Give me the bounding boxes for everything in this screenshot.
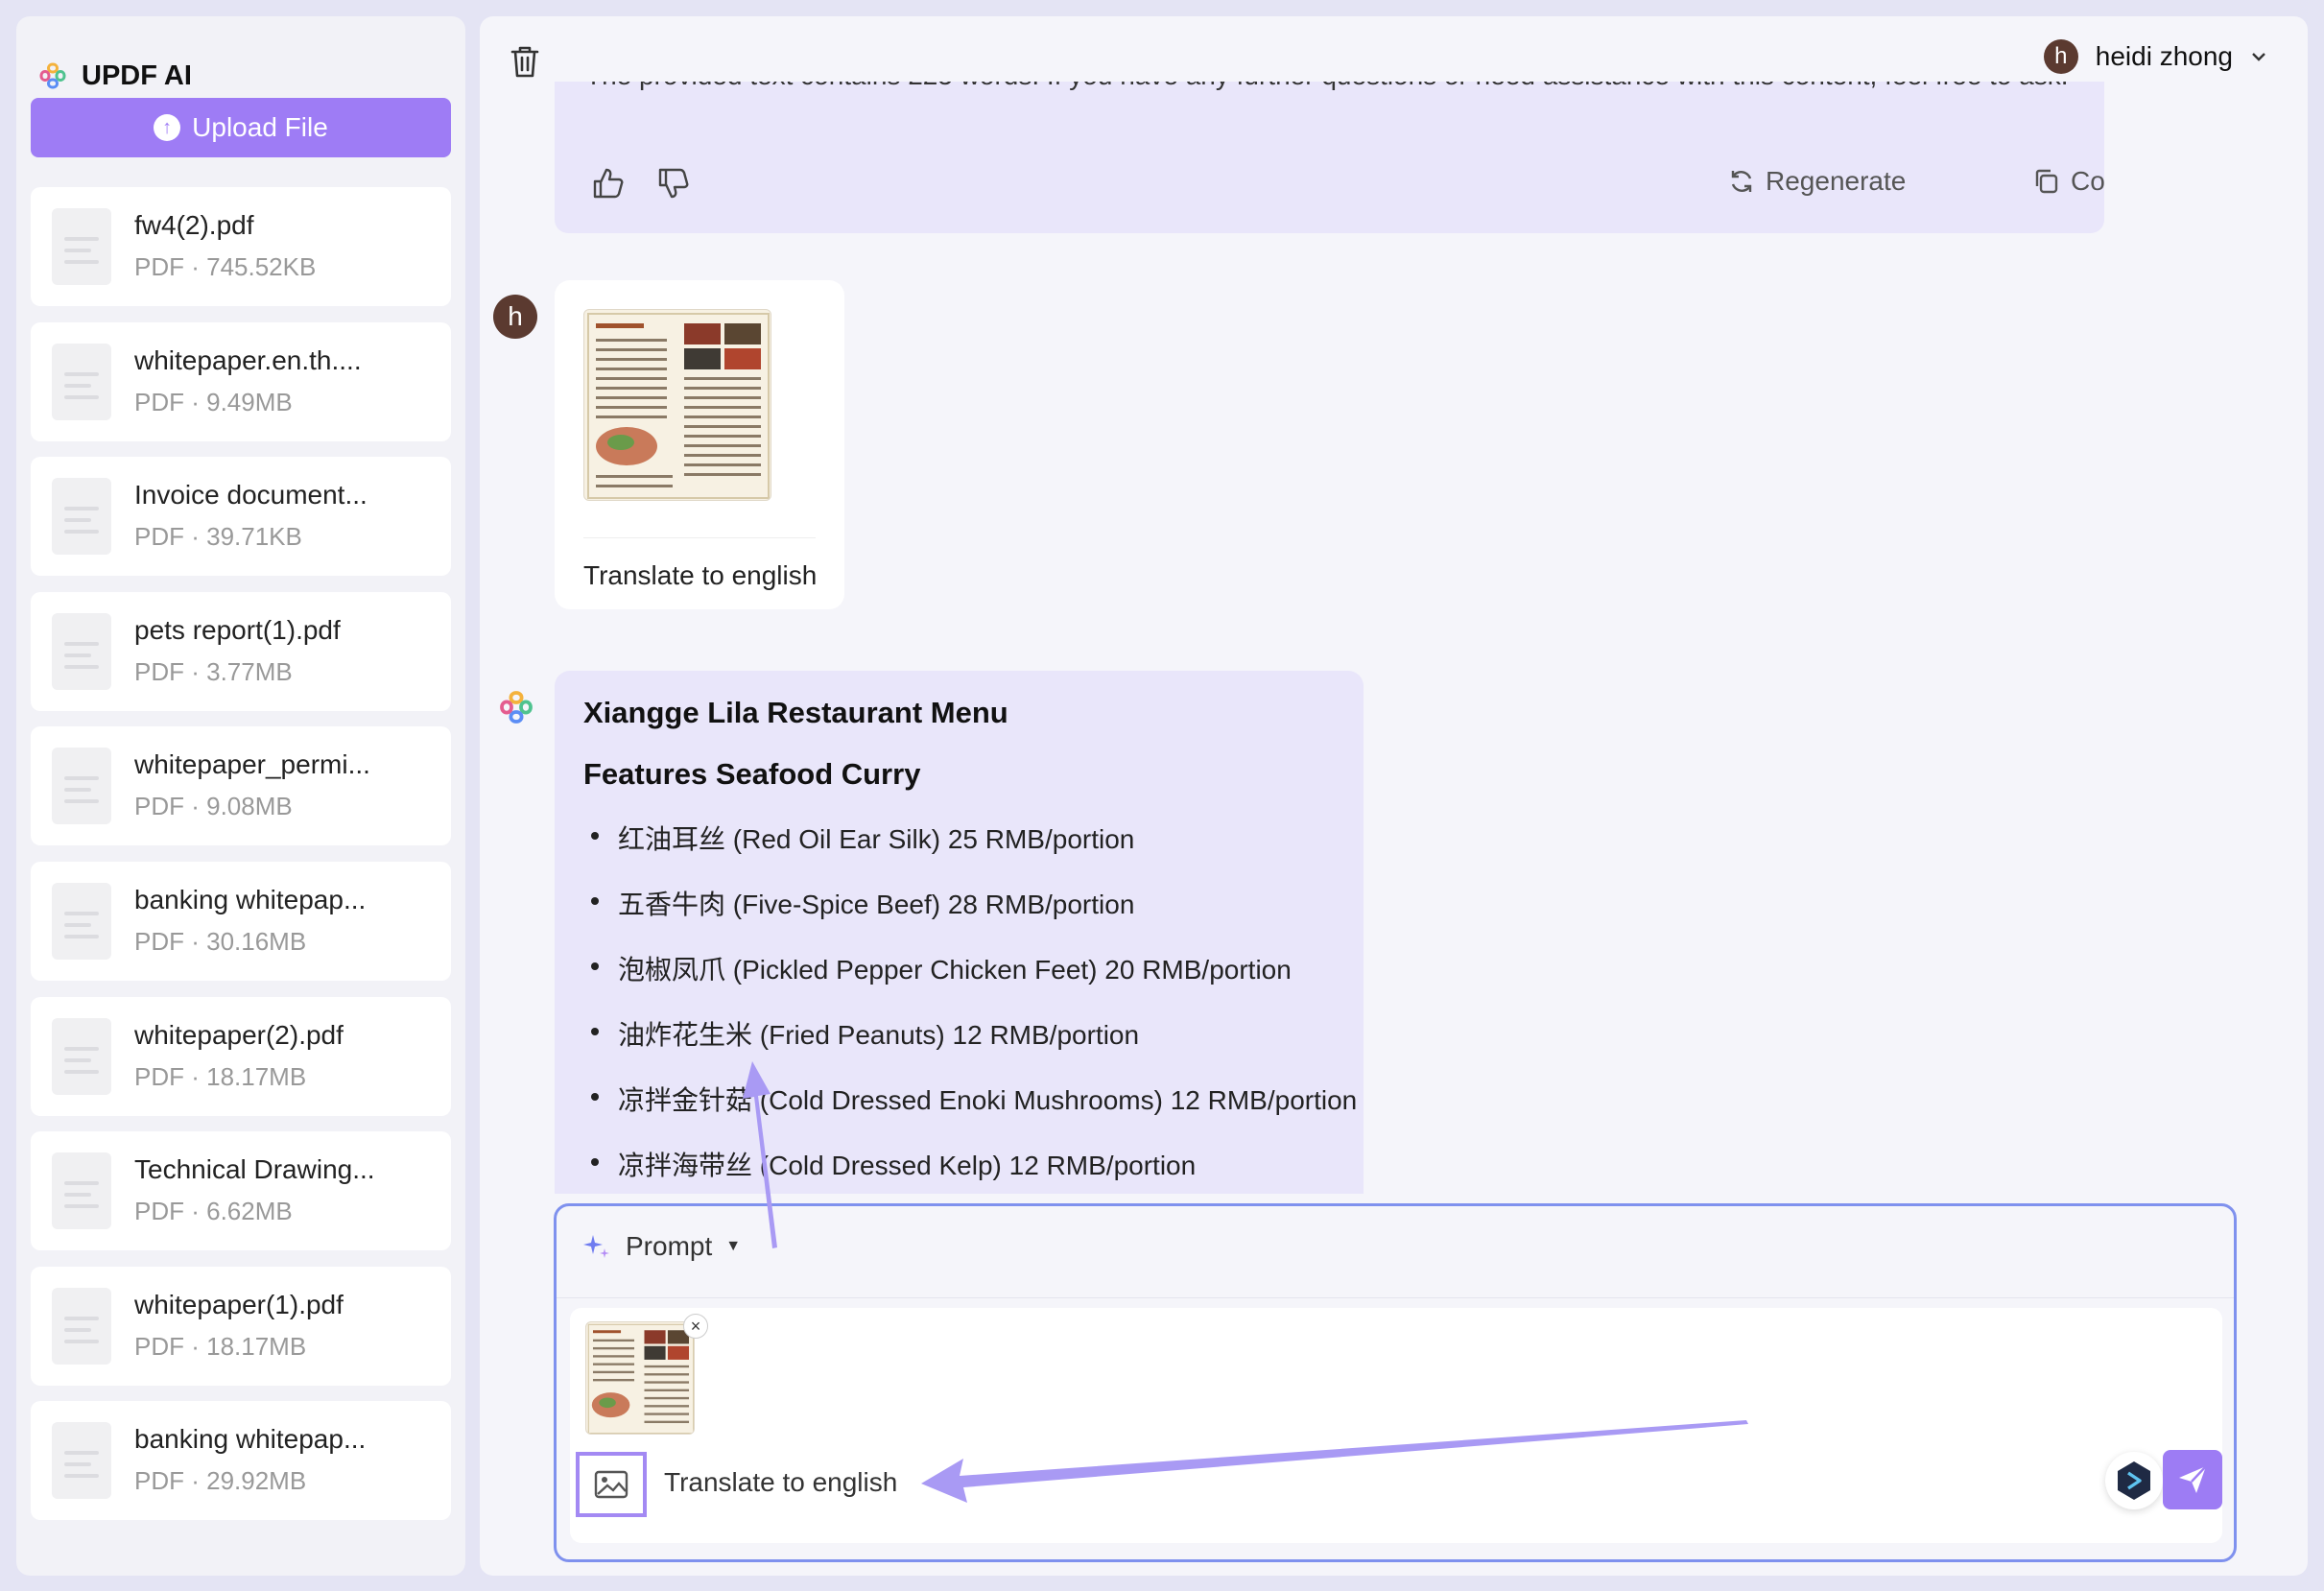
app-title: UPDF AI [82, 59, 192, 91]
prompt-dropdown[interactable]: Prompt ▼ [581, 1231, 741, 1262]
user-menu[interactable]: h heidi zhong [2043, 39, 2267, 74]
upload-file-button[interactable]: ↑ Upload File [31, 98, 451, 157]
image-icon [594, 1470, 628, 1499]
menu-item-list: 红油耳丝 (Red Oil Ear Silk) 25 RMB/portion 五… [583, 819, 1357, 1194]
file-name: whitepaper(2).pdf [134, 1019, 344, 1050]
file-item[interactable]: whitepaper(1).pdf PDF · 18.17MB [31, 1266, 451, 1386]
message-input[interactable] [664, 1460, 1528, 1506]
menu-image-preview [587, 313, 770, 499]
response-title: Xiangge Lila Restaurant Menu [583, 696, 1008, 729]
divider [557, 1297, 2234, 1298]
thumbs-down-icon[interactable] [654, 164, 693, 202]
file-meta: PDF · 3.77MB [134, 656, 293, 686]
sparkle-icon [583, 1235, 609, 1258]
user-message: Translate to english [555, 280, 844, 609]
file-meta: PDF · 6.62MB [134, 1197, 293, 1226]
file-name: fw4(2).pdf [134, 210, 254, 240]
attached-image-thumbnail[interactable] [585, 1321, 695, 1435]
pdf-file-icon [52, 748, 111, 825]
user-message-text: Translate to english [583, 560, 818, 590]
file-name: Technical Drawing... [134, 1154, 375, 1185]
chat-input-area: Prompt ▼ × Translate to english [554, 1203, 2237, 1562]
pdf-file-icon [52, 882, 111, 960]
copy-icon [2035, 169, 2058, 194]
file-name: whitepaper(1).pdf [134, 1289, 344, 1319]
file-item[interactable]: Technical Drawing... PDF · 6.62MB [31, 1131, 451, 1251]
send-button[interactable] [2163, 1450, 2222, 1509]
pdf-file-icon [52, 208, 111, 285]
file-meta: PDF · 9.49MB [134, 387, 293, 416]
response-subtitle: Features Seafood Curry [583, 757, 921, 791]
upload-arrow-icon: ↑ [154, 114, 181, 141]
file-meta: PDF · 18.17MB [134, 1061, 307, 1091]
agent-mode-button[interactable] [2105, 1452, 2163, 1509]
list-item: 凉拌海带丝 (Cold Dressed Kelp) 12 RMB/portion [583, 1145, 1335, 1194]
list-item: 泡椒凤爪 (Pickled Pepper Chicken Feet) 20 RM… [583, 949, 1335, 1014]
menu-image-thumbnail[interactable] [583, 309, 771, 501]
pdf-file-icon [52, 1422, 111, 1500]
file-item[interactable]: whitepaper(2).pdf PDF · 18.17MB [31, 996, 451, 1116]
pdf-file-icon [52, 343, 111, 420]
chevron-down-icon [2252, 53, 2265, 61]
updf-logo-icon [39, 62, 66, 89]
file-meta: PDF · 18.17MB [134, 1331, 307, 1361]
copy-button[interactable]: Copy [2032, 166, 2104, 197]
user-avatar: h [2043, 39, 2078, 74]
file-name: Invoice document... [134, 480, 368, 511]
prompt-label: Prompt [626, 1231, 713, 1261]
file-meta: PDF · 745.52KB [134, 252, 317, 281]
attached-image-preview [587, 1323, 694, 1434]
ai-response-previous: The provided text contains 225 words. If… [555, 82, 2104, 233]
response-text: The provided text contains 225 words. If… [585, 82, 2069, 91]
file-item[interactable]: banking whitepap... PDF · 29.92MB [31, 1401, 451, 1521]
file-name: banking whitepap... [134, 1424, 367, 1455]
file-item[interactable]: fw4(2).pdf PDF · 745.52KB [31, 187, 451, 306]
pdf-file-icon [52, 612, 111, 690]
remove-attachment-button[interactable]: × [683, 1314, 708, 1339]
pdf-file-icon [52, 478, 111, 556]
ai-response-translation: Xiangge Lila Restaurant Menu Features Se… [555, 671, 1364, 1194]
user-message-avatar: h [493, 295, 537, 339]
trash-icon[interactable] [509, 43, 541, 80]
image-upload-button[interactable] [576, 1452, 647, 1517]
file-item[interactable]: banking whitepap... PDF · 30.16MB [31, 861, 451, 981]
upload-file-label: Upload File [192, 112, 328, 142]
ai-assistant-icon [500, 691, 533, 724]
file-meta: PDF · 9.08MB [134, 792, 293, 821]
file-meta: PDF · 29.92MB [134, 1466, 307, 1496]
file-name: whitepaper_permi... [134, 749, 370, 780]
list-item: 红油耳丝 (Red Oil Ear Silk) 25 RMB/portion [583, 819, 1335, 884]
file-item[interactable]: whitepaper_permi... PDF · 9.08MB [31, 726, 451, 846]
file-name: pets report(1).pdf [134, 614, 341, 645]
send-icon [2179, 1465, 2207, 1493]
copy-label: Copy [2071, 166, 2104, 196]
regenerate-label: Regenerate [1766, 166, 1907, 196]
sidebar: UPDF AI ↑ Upload File fw4(2).pdf PDF · 7… [16, 16, 465, 1576]
file-meta: PDF · 30.16MB [134, 926, 307, 956]
list-item: 五香牛肉 (Five-Spice Beef) 28 RMB/portion [583, 884, 1335, 949]
file-item[interactable]: pets report(1).pdf PDF · 3.77MB [31, 591, 451, 711]
user-name: heidi zhong [2095, 41, 2233, 71]
file-name: banking whitepap... [134, 884, 367, 914]
list-item: 油炸花生米 (Fried Peanuts) 12 RMB/portion [583, 1014, 1335, 1080]
pdf-file-icon [52, 1287, 111, 1365]
pdf-file-icon [52, 1017, 111, 1095]
thumbs-up-icon[interactable] [589, 164, 628, 202]
hexagon-agent-icon [2118, 1461, 2150, 1500]
list-item: 凉拌金针菇 (Cold Dressed Enoki Mushrooms) 12 … [583, 1080, 1357, 1145]
file-list: fw4(2).pdf PDF · 745.52KB whitepaper.en.… [31, 187, 451, 1536]
refresh-icon [1731, 171, 1752, 192]
file-item[interactable]: Invoice document... PDF · 39.71KB [31, 457, 451, 577]
caret-down-icon: ▼ [725, 1238, 742, 1254]
regenerate-button[interactable]: Regenerate [1727, 166, 1906, 197]
pdf-file-icon [52, 1152, 111, 1230]
file-meta: PDF · 39.71KB [134, 522, 302, 552]
file-name: whitepaper.en.th.... [134, 344, 362, 375]
file-item[interactable]: whitepaper.en.th.... PDF · 9.49MB [31, 321, 451, 441]
chat-panel: h heidi zhong The provided text contains… [480, 16, 2308, 1576]
input-field-container: × [570, 1308, 2222, 1543]
